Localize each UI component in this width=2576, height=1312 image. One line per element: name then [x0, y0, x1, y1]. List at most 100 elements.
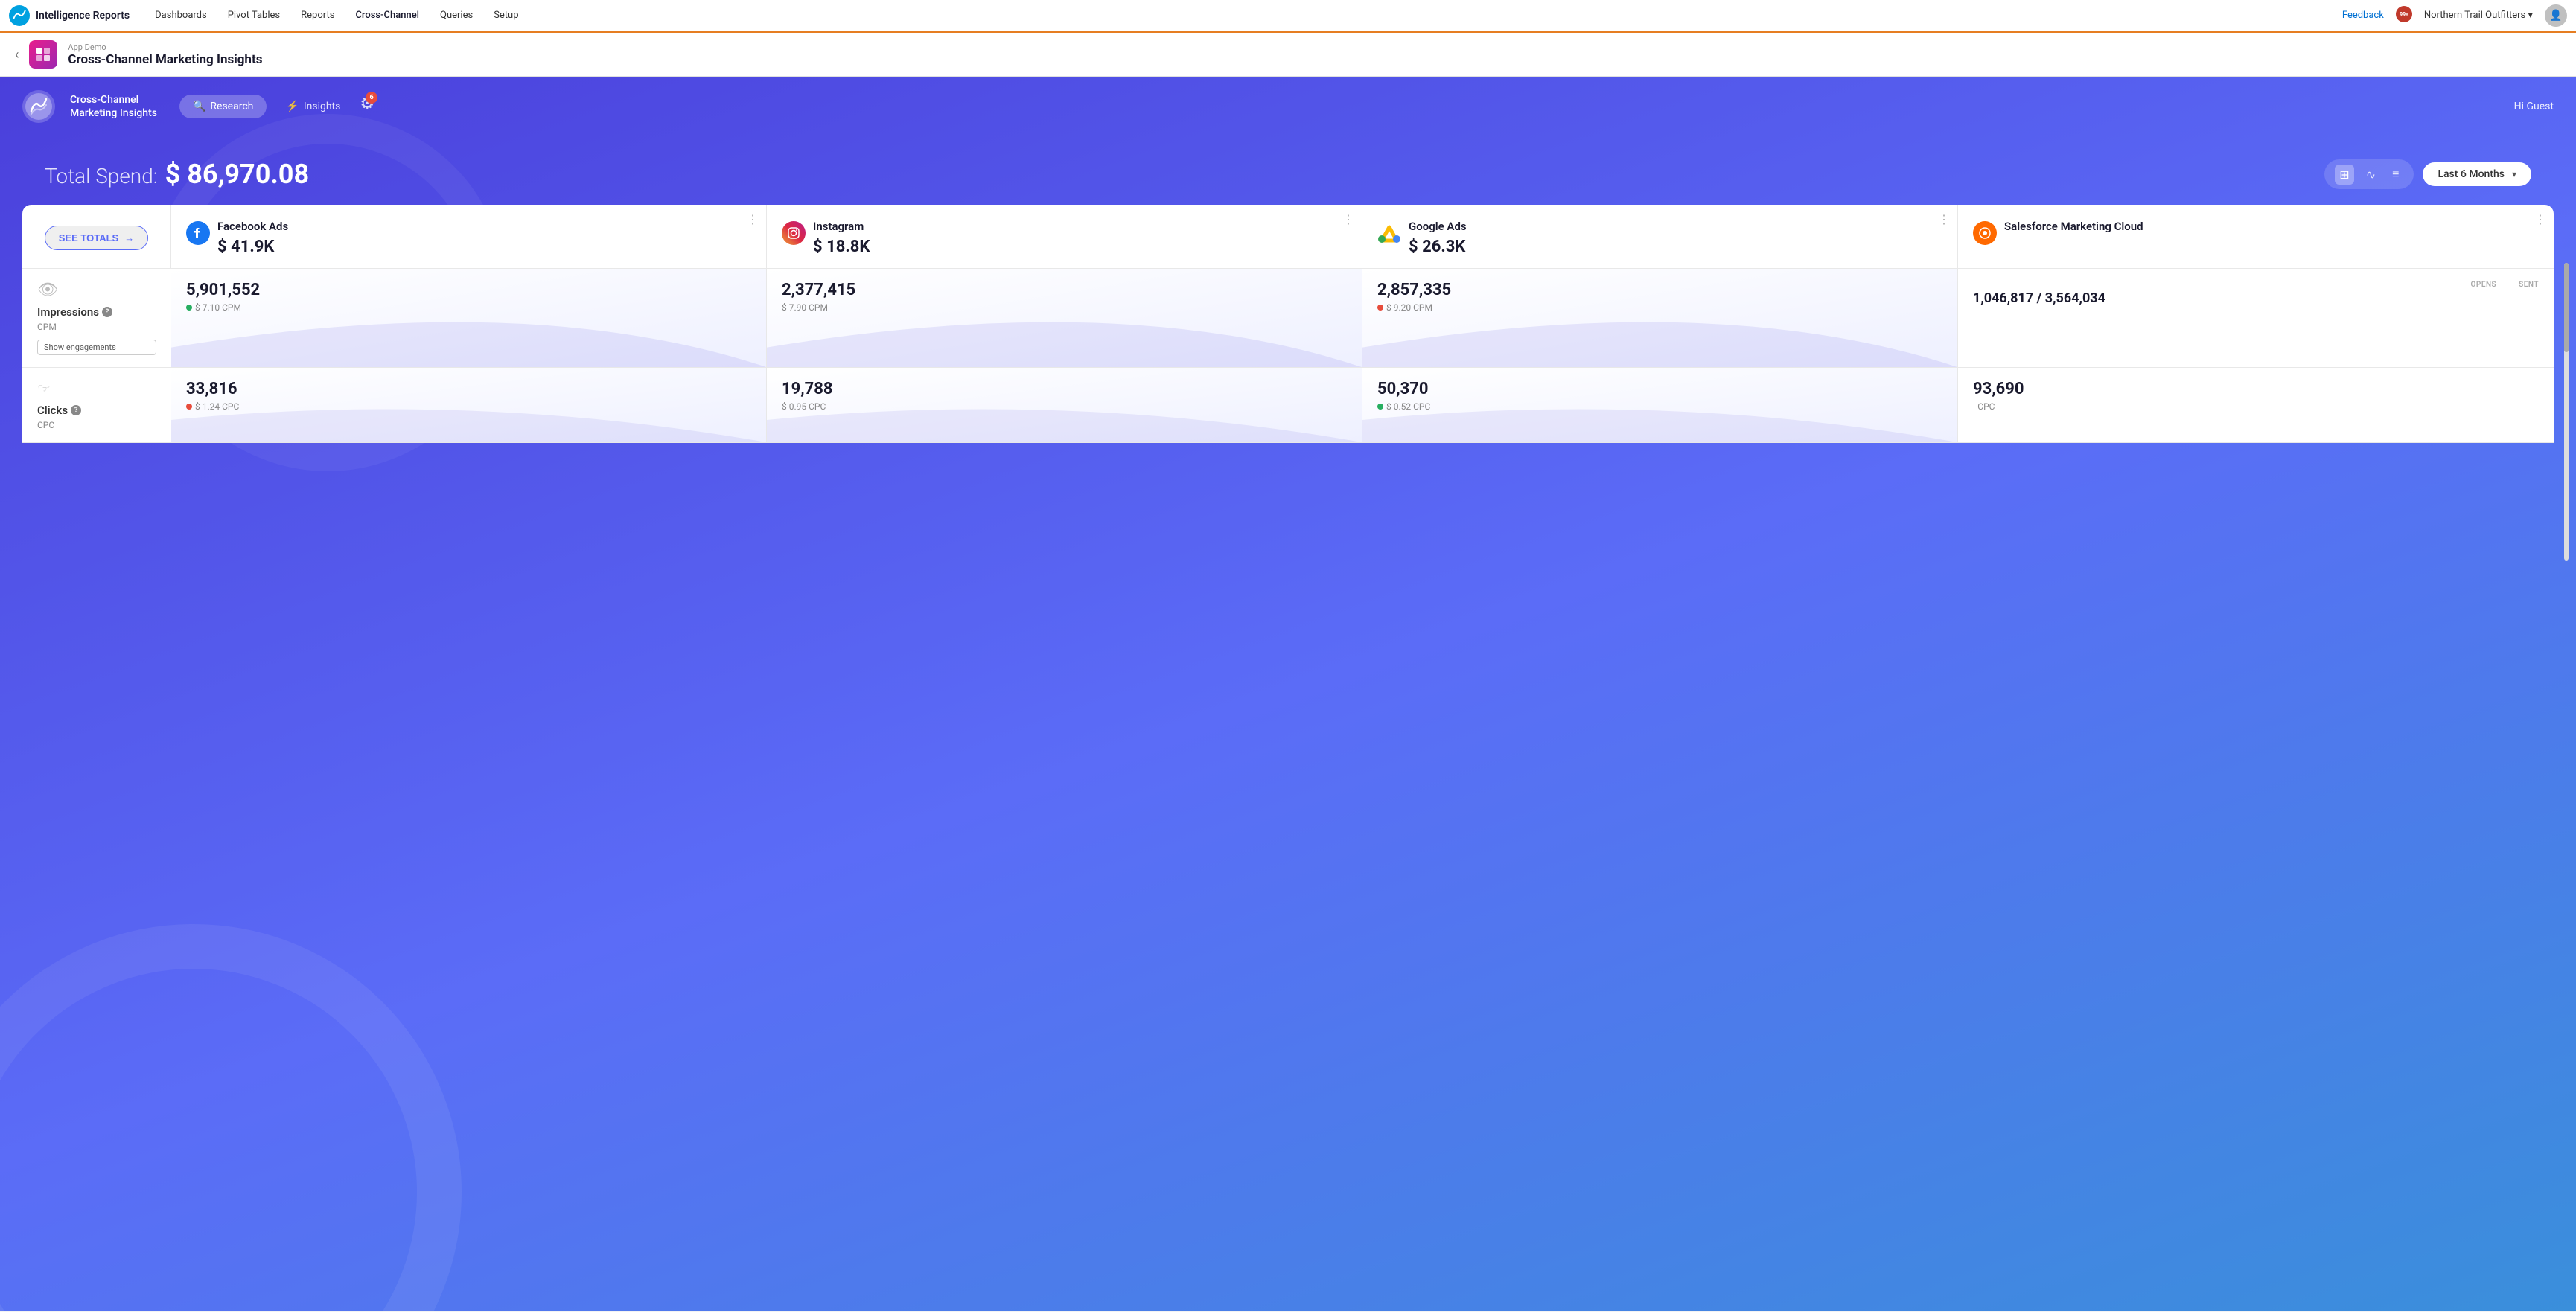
notification-icon[interactable]: 99+	[2396, 6, 2412, 22]
sfmc-clicks: 93,690 - CPC	[1958, 368, 2554, 442]
impressions-title: Impressions ?	[37, 305, 156, 319]
date-range-selector[interactable]: Last 6 Months ▾	[2423, 162, 2531, 186]
instagram-menu-dots[interactable]: ⋮	[1342, 212, 1354, 226]
list-view-button[interactable]: ≡	[2388, 164, 2403, 185]
instagram-clicks-value: 19,788	[782, 380, 1347, 398]
clicks-label-cell: ☞ Clicks ? CPC	[22, 368, 171, 442]
total-spend-amount: $ 86,970.08	[165, 159, 309, 190]
back-button[interactable]: ‹	[15, 47, 19, 63]
facebook-channel-info: Facebook Ads $ 41.9K	[186, 220, 751, 256]
google-channel-details: Google Ads $ 26.3K	[1409, 220, 1467, 256]
tab-research[interactable]: 🔍 Research	[179, 95, 267, 118]
app-bar: Cross-ChannelMarketing Insights 🔍 Resear…	[0, 77, 2576, 136]
see-totals-button[interactable]: SEE TOTALS →	[45, 226, 148, 250]
google-impressions-value: 2,857,335	[1377, 281, 1942, 299]
facebook-channel-details: Facebook Ads $ 41.9K	[217, 220, 288, 256]
page-header-info: App Demo Cross-Channel Marketing Insight…	[68, 42, 262, 67]
facebook-impressions-value: 5,901,552	[186, 281, 751, 299]
app-logo[interactable]: Intelligence Reports	[9, 5, 130, 26]
google-impressions-sub: $ 9.20 CPM	[1377, 302, 1942, 313]
facebook-clicks-sub: $ 1.24 CPC	[186, 401, 751, 412]
sfmc-menu-dots[interactable]: ⋮	[2534, 212, 2546, 226]
sfmc-clicks-sub: - CPC	[1973, 401, 2539, 412]
google-clicks-value: 50,370	[1377, 380, 1942, 398]
facebook-header: ⋮ Facebook Ads $ 41.9K	[171, 205, 767, 268]
red-dot-icon	[1377, 305, 1383, 311]
impressions-info-icon[interactable]: ?	[102, 307, 112, 317]
tab-insights[interactable]: ⚡ Insights	[272, 95, 354, 118]
sfmc-channel-info: Salesforce Marketing Cloud	[1973, 220, 2539, 245]
insights-icon: ⚡	[286, 101, 299, 112]
nav-dashboards[interactable]: Dashboards	[144, 0, 217, 33]
see-totals-cell: SEE TOTALS →	[22, 205, 171, 268]
nav-right: Feedback 99+ Northern Trail Outfitters ▾…	[2342, 4, 2567, 27]
facebook-clicks-value: 33,816	[186, 380, 751, 398]
app-bar-logo	[22, 90, 55, 123]
facebook-icon	[186, 221, 210, 245]
page-header: ‹ App Demo Cross-Channel Marketing Insig…	[0, 33, 2576, 77]
spend-controls: ⊞ ∿ ≡ Last 6 Months ▾	[2324, 159, 2531, 189]
feedback-button[interactable]: Feedback	[2342, 10, 2384, 21]
impressions-row: 👁 Impressions ? CPM Show engagements 5,9…	[22, 269, 2554, 368]
google-impressions: 2,857,335 $ 9.20 CPM	[1362, 269, 1958, 367]
green-dot-google-icon	[1377, 404, 1383, 410]
nav-setup[interactable]: Setup	[483, 0, 529, 33]
nav-reports[interactable]: Reports	[290, 0, 345, 33]
instagram-channel-details: Instagram $ 18.8K	[813, 220, 870, 256]
svg-text:99+: 99+	[2400, 11, 2408, 17]
facebook-menu-dots[interactable]: ⋮	[747, 212, 759, 226]
nav-queries[interactable]: Queries	[430, 0, 483, 33]
click-icon: ☞	[37, 380, 156, 398]
hi-guest-label: Hi Guest	[2514, 101, 2554, 112]
green-dot-icon	[186, 305, 192, 311]
app-bar-title: Cross-ChannelMarketing Insights	[70, 93, 157, 120]
eye-icon: 👁	[37, 281, 156, 299]
impressions-label-cell: 👁 Impressions ? CPM Show engagements	[22, 269, 171, 367]
facebook-impressions-sub: $ 7.10 CPM	[186, 302, 751, 313]
google-ads-icon	[1377, 221, 1401, 245]
grid-view-button[interactable]: ⊞	[2335, 165, 2353, 185]
gear-container[interactable]: ⚙ 6	[360, 95, 374, 118]
view-toggle: ⊞ ∿ ≡	[2324, 159, 2414, 189]
nav-pivot-tables[interactable]: Pivot Tables	[217, 0, 290, 33]
instagram-header: ⋮ Instagram $ 18.8K	[767, 205, 1362, 268]
chevron-down-icon: ▾	[2512, 169, 2516, 179]
data-table: SEE TOTALS → ⋮ Facebook Ads $ 41.9K	[22, 205, 2554, 443]
nav-cross-channel[interactable]: Cross-Channel	[345, 0, 430, 33]
opens-sent-labels: OPENS SENT	[1973, 281, 2539, 289]
gear-badge: 6	[366, 92, 377, 104]
sfmc-clicks-value: 93,690	[1973, 380, 2539, 398]
app-title: Intelligence Reports	[36, 10, 130, 22]
date-range-label: Last 6 Months	[2438, 168, 2505, 180]
scrollbar[interactable]	[2564, 263, 2569, 561]
app-bar-tabs: 🔍 Research ⚡ Insights ⚙ 6	[179, 95, 374, 118]
google-clicks: 50,370 $ 0.52 CPC	[1362, 368, 1958, 442]
sfmc-channel-details: Salesforce Marketing Cloud	[2004, 220, 2143, 236]
instagram-impressions-value: 2,377,415	[782, 281, 1347, 299]
instagram-impressions-sub: $ 7.90 CPM	[782, 302, 1347, 313]
scrollbar-thumb[interactable]	[2564, 263, 2569, 352]
chart-view-button[interactable]: ∿	[2362, 165, 2380, 185]
instagram-clicks-sub: $ 0.95 CPC	[782, 401, 1347, 412]
nav-items: Dashboards Pivot Tables Reports Cross-Ch…	[144, 0, 2342, 31]
table-header: SEE TOTALS → ⋮ Facebook Ads $ 41.9K	[22, 205, 2554, 269]
instagram-clicks: 19,788 $ 0.95 CPC	[767, 368, 1362, 442]
google-clicks-sub: $ 0.52 CPC	[1377, 401, 1942, 412]
arrow-right-icon: →	[124, 232, 134, 243]
instagram-channel-info: Instagram $ 18.8K	[782, 220, 1347, 256]
research-icon: 🔍	[193, 101, 205, 112]
page-title: Cross-Channel Marketing Insights	[68, 52, 262, 67]
google-menu-dots[interactable]: ⋮	[1938, 212, 1950, 226]
sfmc-opens-sent-value: 1,046,817 / 3,564,034	[1973, 290, 2539, 306]
google-channel-info: Google Ads $ 26.3K	[1377, 220, 1942, 256]
spend-section: Total Spend: $ 86,970.08 ⊞ ∿ ≡ Last 6 Mo…	[0, 136, 2576, 205]
user-avatar[interactable]: 👤	[2545, 4, 2567, 27]
top-navigation: Intelligence Reports Dashboards Pivot Ta…	[0, 0, 2576, 33]
clicks-info-icon[interactable]: ?	[71, 405, 81, 415]
org-selector[interactable]: Northern Trail Outfitters ▾	[2424, 10, 2533, 21]
show-engagements-button[interactable]: Show engagements	[37, 340, 156, 355]
main-content: Cross-ChannelMarketing Insights 🔍 Resear…	[0, 77, 2576, 1311]
total-spend-display: Total Spend: $ 86,970.08	[45, 159, 309, 190]
sfmc-icon	[1973, 221, 1997, 245]
clicks-title: Clicks ?	[37, 404, 156, 417]
